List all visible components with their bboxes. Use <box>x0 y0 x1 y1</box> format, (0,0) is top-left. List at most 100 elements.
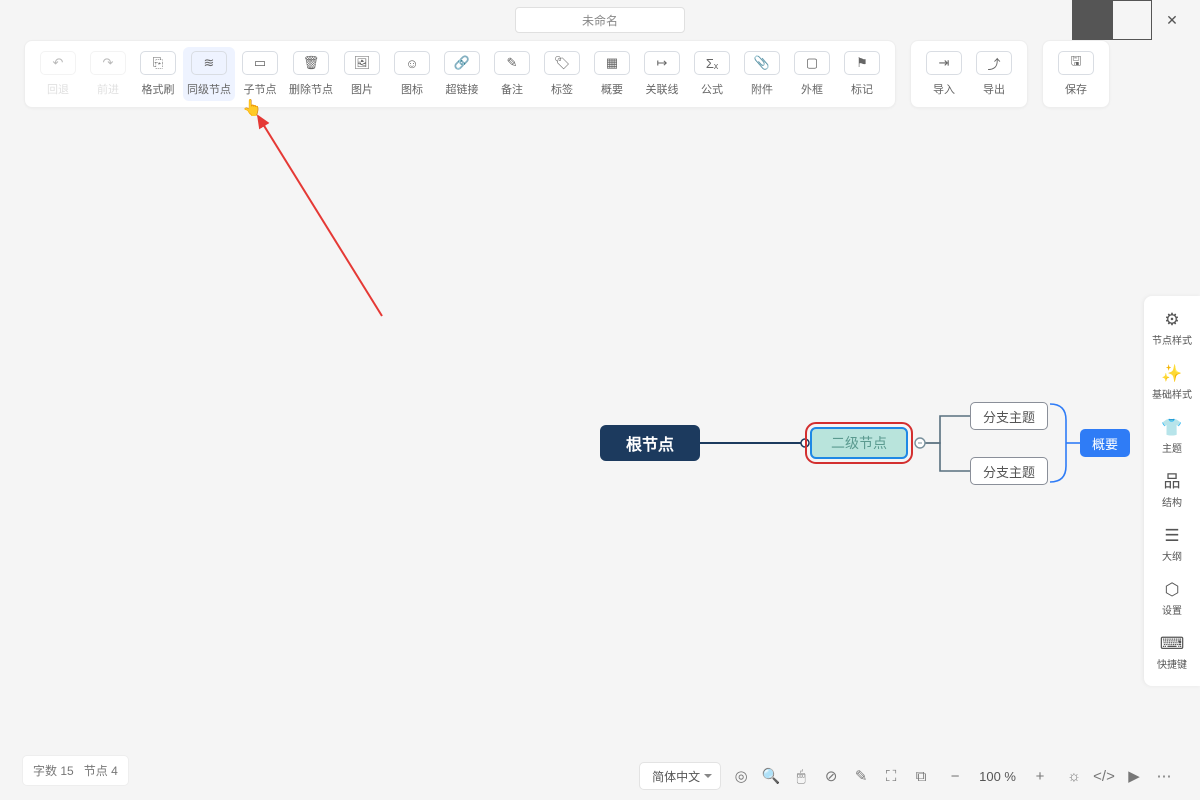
toolbar-icon: 📎 <box>744 51 780 75</box>
toolbar-label: 删除节点 <box>289 81 333 97</box>
panel-label: 结构 <box>1162 494 1182 509</box>
toolbar-label: 图片 <box>351 81 373 97</box>
toolbar-label: 导入 <box>933 81 955 97</box>
panel-节点样式[interactable]: ⚙ 节点样式 <box>1144 302 1200 356</box>
language-select[interactable]: 简体中文 <box>639 762 721 790</box>
toolbar-label: 关联线 <box>646 81 679 97</box>
bottom-icon-1[interactable]: 🔍 <box>757 762 785 790</box>
toolbar-main: ↶回退 ↷ 前进 ⎘ 格式刷 ≋同级节点 ▭ 子节点 🗑 删除节点 🖼 图片 ☺图标🔗超链接✎备注🏷标签… <box>24 40 896 108</box>
toolbar-导入[interactable]: ⇥ 导入 <box>919 47 969 101</box>
toolbar-子节点[interactable]: ▭ 子节点 <box>235 47 285 101</box>
toolbar-图片[interactable]: 🖼 图片 <box>337 47 387 101</box>
panel-icon: ☰ <box>1164 527 1179 544</box>
toolbar-label: 公式 <box>701 81 723 97</box>
zoom-out-button[interactable]: − <box>941 762 969 790</box>
toolbar-save: 🖫 保存 <box>1042 40 1110 108</box>
toolbar-label: 导出 <box>983 81 1005 97</box>
root-node[interactable]: 根节点 <box>600 425 700 461</box>
panel-label: 基础样式 <box>1152 386 1192 401</box>
toolbar-导出[interactable]: ⤴ 导出 <box>969 47 1019 101</box>
toolbar-label: 格式刷 <box>142 81 175 97</box>
toolbar-icon: ⤴ <box>976 51 1012 75</box>
bottom-icon-3[interactable]: ⊘ <box>817 762 845 790</box>
title-input[interactable]: 未命名 <box>515 7 685 33</box>
toolbar-保存[interactable]: 🖫 保存 <box>1051 47 1101 101</box>
toolbar-超链接[interactable]: 🔗超链接 <box>437 47 487 101</box>
toolbar-icon: 🏷 <box>544 51 580 75</box>
toolbar-同级节点[interactable]: ≋同级节点 <box>183 47 235 101</box>
panel-icon: ⚙ <box>1164 311 1179 328</box>
toolbar-icon: 🖼 <box>344 51 380 75</box>
toolbar-标记[interactable]: ⚑标记 <box>837 47 887 101</box>
toolbar-格式刷[interactable]: ⎘ 格式刷 <box>133 47 183 101</box>
bottom-icon-2[interactable]: 🖱 <box>787 762 815 790</box>
toolbar-概要[interactable]: ▦概要 <box>587 47 637 101</box>
toolbar-关联线[interactable]: ↦关联线 <box>637 47 687 101</box>
canvas[interactable]: 根节点 二级节点 分支主题 分支主题 概要 <box>0 108 1200 760</box>
word-count: 字数 15 <box>33 762 74 779</box>
bottom-icon-5[interactable]: ⛶ <box>877 762 905 790</box>
toolbar-label: 外框 <box>801 81 823 97</box>
panel-label: 大纲 <box>1162 548 1182 563</box>
toolbar-icon: ↷ <box>90 51 126 75</box>
toolbar-icon: 🖫 <box>1058 51 1094 75</box>
toolbar-label: 前进 <box>97 81 119 97</box>
panel-icon: ⬡ <box>1165 581 1180 598</box>
minimize-button[interactable] <box>1072 0 1112 40</box>
toolbar-icon: ✎ <box>494 51 530 75</box>
panel-label: 节点样式 <box>1152 332 1192 347</box>
toolbar-附件[interactable]: 📎附件 <box>737 47 787 101</box>
panel-主题[interactable]: 👕主题 <box>1144 410 1200 464</box>
panel-label: 设置 <box>1162 602 1182 617</box>
summary-node[interactable]: 概要 <box>1080 429 1130 457</box>
bottom2-icon-0[interactable]: ☼ <box>1060 762 1088 790</box>
bottom2-icon-1[interactable]: </> <box>1090 762 1118 790</box>
toolbar-label: 图标 <box>401 81 423 97</box>
toolbar-备注[interactable]: ✎备注 <box>487 47 537 101</box>
toolbar-图标[interactable]: ☺图标 <box>387 47 437 101</box>
bottom2-icon-2[interactable]: ▶ <box>1120 762 1148 790</box>
second-level-node[interactable]: 二级节点 <box>810 427 908 459</box>
bottom-icon-4[interactable]: ✎ <box>847 762 875 790</box>
branch-node-2[interactable]: 分支主题 <box>970 457 1048 485</box>
toolbar-icon: ↶ <box>40 51 76 75</box>
toolbar-标签[interactable]: 🏷标签 <box>537 47 587 101</box>
bottom-bar: 简体中文 ◎🔍🖱⊘✎⛶⧉ − 100 % + ☼</>▶⋯ <box>639 762 1178 790</box>
status-bar: 字数 15 节点 4 <box>22 755 129 786</box>
panel-icon: ⌨ <box>1160 635 1185 652</box>
toolbar-icon: ⇥ <box>926 51 962 75</box>
toolbar-回退: ↶回退 <box>33 47 83 101</box>
toolbar-icon: 🗑 <box>293 51 329 75</box>
bottom-icon-0[interactable]: ◎ <box>727 762 755 790</box>
branch-node-1[interactable]: 分支主题 <box>970 402 1048 430</box>
window-controls: ✕ <box>1072 0 1192 40</box>
toolbar-area: ↶回退 ↷ 前进 ⎘ 格式刷 ≋同级节点 ▭ 子节点 🗑 删除节点 🖼 图片 ☺图标🔗超链接✎备注🏷标签… <box>0 40 1200 108</box>
panel-大纲[interactable]: ☰ 大纲 <box>1144 518 1200 572</box>
maximize-button[interactable] <box>1112 0 1152 40</box>
panel-基础样式[interactable]: ✨ 基础样式 <box>1144 356 1200 410</box>
toolbar-label: 子节点 <box>244 81 277 97</box>
toolbar-外框[interactable]: ▢ 外框 <box>787 47 837 101</box>
panel-结构[interactable]: 品结构 <box>1144 464 1200 518</box>
zoom-level: 100 % <box>975 769 1020 784</box>
toolbar-icon: ▢ <box>794 51 830 75</box>
panel-设置[interactable]: ⬡ 设置 <box>1144 572 1200 626</box>
toolbar-label: 保存 <box>1065 81 1087 97</box>
close-button[interactable]: ✕ <box>1152 0 1192 40</box>
toolbar-icon: ⎘ <box>140 51 176 75</box>
zoom-in-button[interactable]: + <box>1026 762 1054 790</box>
toolbar-icon: ▭ <box>242 51 278 75</box>
panel-快捷键[interactable]: ⌨ 快捷键 <box>1144 626 1200 680</box>
toolbar-io: ⇥ 导入 ⤴ 导出 <box>910 40 1028 108</box>
toolbar-公式[interactable]: Σₓ公式 <box>687 47 737 101</box>
panel-icon: ✨ <box>1161 365 1182 382</box>
toolbar-icon: ≋ <box>191 51 227 75</box>
panel-icon: 品 <box>1164 473 1181 490</box>
toolbar-删除节点[interactable]: 🗑 删除节点 <box>285 47 337 101</box>
bottom2-icon-3[interactable]: ⋯ <box>1150 762 1178 790</box>
toolbar-label: 标记 <box>851 81 873 97</box>
right-panel: ⚙ 节点样式 ✨ 基础样式 👕主题品结构 ☰ 大纲 ⬡ 设置 ⌨ 快捷键 <box>1144 296 1200 686</box>
panel-label: 快捷键 <box>1157 656 1187 671</box>
bottom-icon-6[interactable]: ⧉ <box>907 762 935 790</box>
panel-label: 主题 <box>1162 440 1182 455</box>
